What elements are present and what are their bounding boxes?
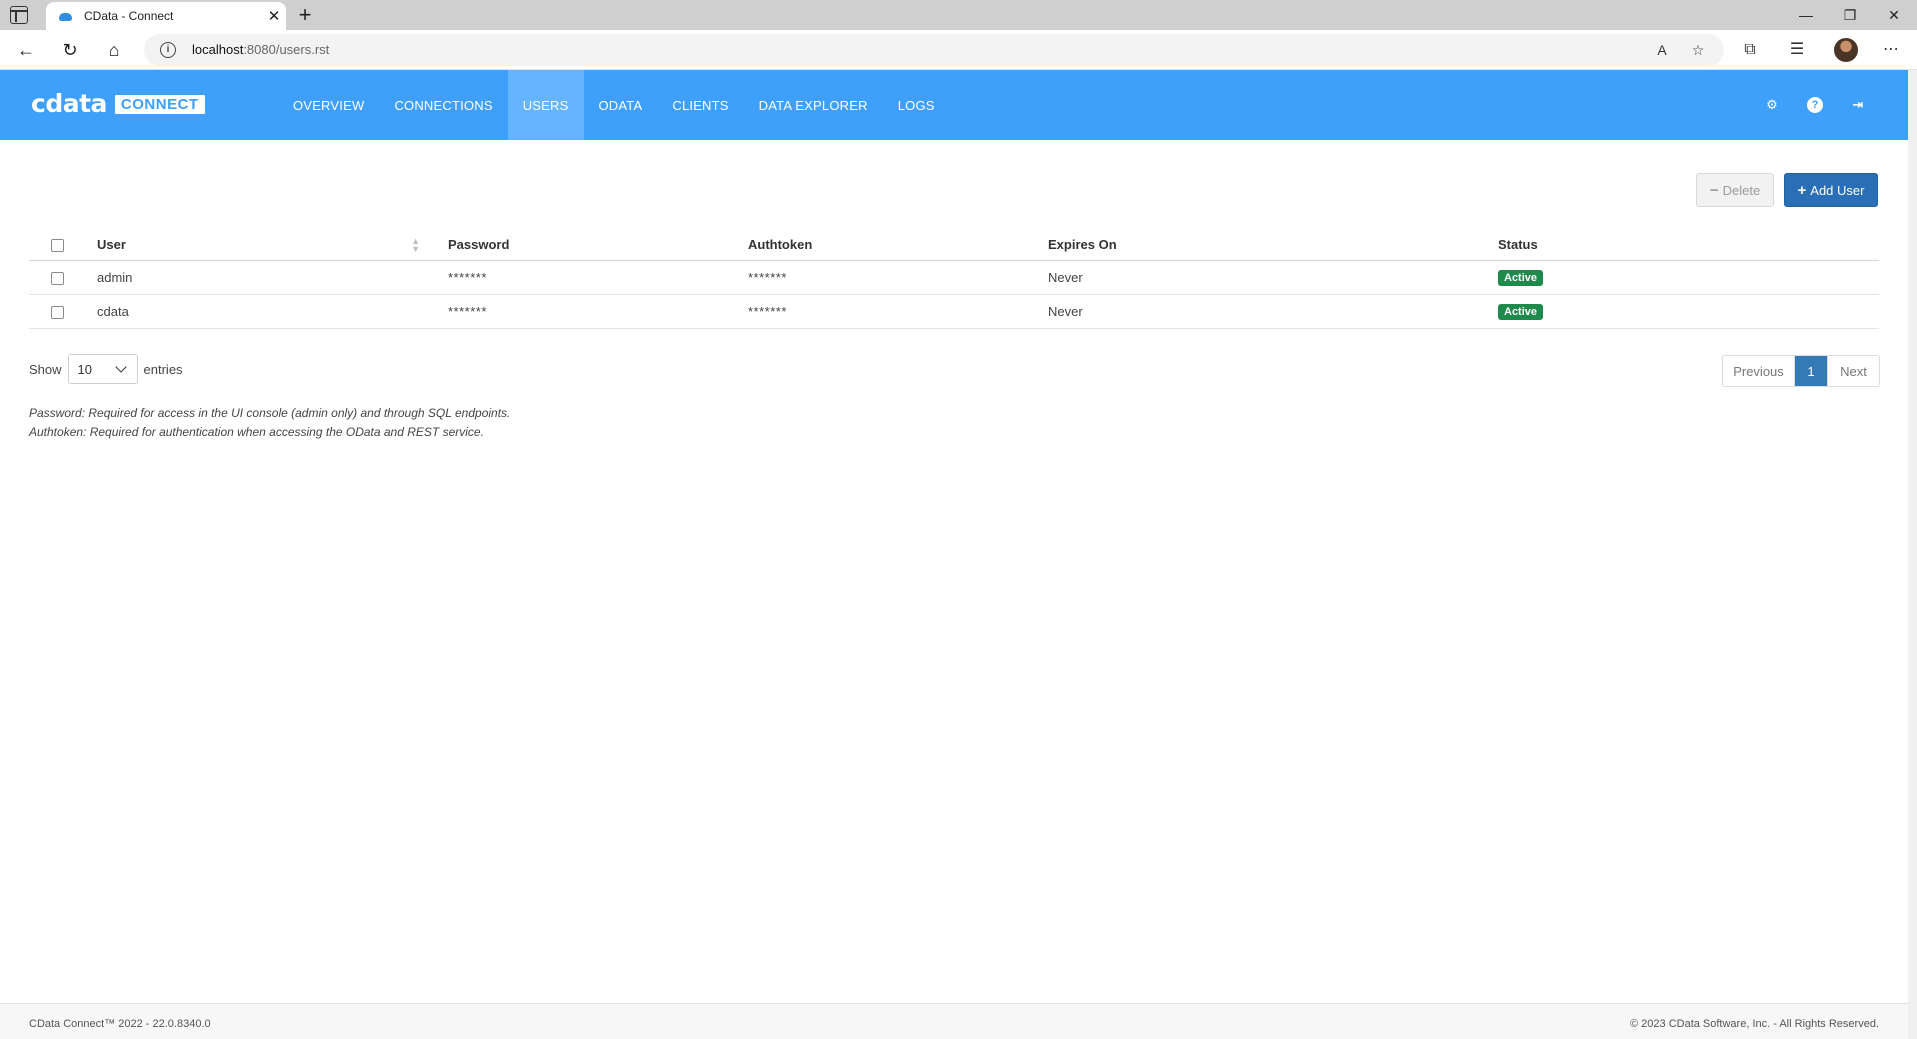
authtoken-cell: ******* <box>748 294 1048 329</box>
user-cell[interactable]: admin <box>97 260 448 295</box>
nav-odata[interactable]: ODATA <box>584 70 658 140</box>
select-all-checkbox[interactable] <box>51 239 64 253</box>
page-length-value: 10 <box>77 361 92 377</box>
column-header-status: Status <box>1498 230 1879 261</box>
column-header-user[interactable]: User ▲ ▼ <box>97 230 448 261</box>
nav-clients[interactable]: CLIENTS <box>657 70 743 140</box>
read-aloud-icon[interactable]: A <box>1652 40 1672 60</box>
favorites-icon[interactable]: ☰ <box>1786 39 1808 61</box>
authtoken-note: Authtoken: Required for authentication w… <box>29 425 484 439</box>
address-bar[interactable]: i localhost:8080/users.rst A ☆ <box>144 34 1724 66</box>
delete-label: Delete <box>1722 182 1761 198</box>
page-1-button[interactable]: 1 <box>1795 356 1827 386</box>
add-user-label: Add User <box>1810 182 1865 198</box>
nav-connections[interactable]: CONNECTIONS <box>379 70 507 140</box>
cdata-connect-logo[interactable]: cdata CONNECT <box>31 89 205 118</box>
nav-data-explorer[interactable]: DATA EXPLORER <box>744 70 883 140</box>
expires-cell: Never <box>1048 294 1498 329</box>
nav-users[interactable]: USERS <box>507 70 584 140</box>
add-favorite-icon[interactable]: ☆ <box>1688 40 1708 60</box>
password-cell: ******* <box>448 294 748 329</box>
table-row[interactable]: cdata ******* ******* Never Active <box>29 294 1879 329</box>
page-scrollbar[interactable] <box>1908 70 1917 1039</box>
logo-word: cdata <box>31 89 107 118</box>
more-options-icon[interactable]: ⋯ <box>1880 39 1902 61</box>
app-header: cdata CONNECT OVERVIEW CONNECTIONS USERS… <box>0 70 1908 140</box>
password-note: Password: Required for access in the UI … <box>29 406 511 420</box>
table-header-row: User ▲ ▼ Password Authtoken Expires On Sta… <box>29 230 1879 261</box>
sort-icon[interactable]: ▲ ▼ <box>411 236 420 253</box>
help-notes: Password: Required for access in the UI … <box>29 404 510 442</box>
site-info-icon[interactable]: i <box>160 42 176 58</box>
next-page-button[interactable]: Next <box>1827 356 1879 386</box>
column-header-authtoken: Authtoken <box>748 230 1048 261</box>
status-badge: Active <box>1498 269 1544 286</box>
profile-avatar[interactable] <box>1834 38 1858 62</box>
url-text[interactable]: localhost:8080/users.rst <box>192 42 329 57</box>
plus-icon: + <box>1797 181 1807 199</box>
home-icon[interactable]: ⌂ <box>102 38 126 62</box>
footer: CData Connect™ 2022 - 22.0.8340.0 © 2023… <box>0 1003 1908 1039</box>
logo-badge: CONNECT <box>114 94 205 114</box>
password-cell: ******* <box>448 260 748 295</box>
show-label: Show <box>29 361 62 377</box>
tab-actions-icon[interactable] <box>10 6 28 24</box>
browser-tab[interactable]: CData - Connect ✕ <box>46 2 286 30</box>
nav-logs[interactable]: LOGS <box>883 70 950 140</box>
pagination: Previous 1 Next <box>1722 355 1880 387</box>
column-header-expires-on: Expires On <box>1048 230 1498 261</box>
column-header-password: Password <box>448 230 748 261</box>
user-cell[interactable]: cdata <box>97 294 448 329</box>
tab-title: CData - Connect <box>84 9 174 23</box>
page-length-control: Show 10 entries <box>29 354 183 384</box>
previous-page-button[interactable]: Previous <box>1723 356 1795 386</box>
extensions-icon[interactable]: ⧉ <box>1739 39 1761 61</box>
status-badge: Active <box>1498 303 1544 320</box>
tab-close-icon[interactable]: ✕ <box>262 7 286 25</box>
window-close-icon[interactable]: ✕ <box>1866 0 1917 30</box>
gear-icon[interactable]: ⚙ <box>1764 97 1780 113</box>
chevron-down-icon <box>114 361 127 373</box>
help-icon[interactable]: ? <box>1807 97 1823 113</box>
delete-button[interactable]: − Delete <box>1696 173 1774 207</box>
nav-overview[interactable]: OVERVIEW <box>278 70 379 140</box>
version-text: CData Connect™ 2022 - 22.0.8340.0 <box>29 1018 211 1030</box>
page-length-select[interactable]: 10 <box>67 354 138 384</box>
add-user-button[interactable]: + Add User <box>1784 173 1878 207</box>
expires-cell: Never <box>1048 260 1498 295</box>
row-checkbox[interactable] <box>51 305 64 319</box>
row-checkbox[interactable] <box>51 271 64 285</box>
copyright-text: © 2023 CData Software, Inc. - All Rights… <box>1630 1018 1879 1030</box>
entries-label: entries <box>143 361 183 377</box>
main-nav: OVERVIEW CONNECTIONS USERS ODATA CLIENTS… <box>278 70 950 140</box>
browser-toolbar: ← ↻ ⌂ i localhost:8080/users.rst A ☆ ⧉ ☰… <box>0 30 1917 70</box>
authtoken-cell: ******* <box>748 260 1048 295</box>
cdata-favicon-icon <box>58 10 74 22</box>
users-table: User ▲ ▼ Password Authtoken Expires On Sta… <box>29 230 1879 329</box>
back-icon[interactable]: ← <box>14 38 38 62</box>
table-row[interactable]: admin ******* ******* Never Active <box>29 260 1879 295</box>
new-tab-icon[interactable]: + <box>293 3 317 27</box>
reload-icon[interactable]: ↻ <box>58 38 82 62</box>
minus-icon: − <box>1709 181 1719 199</box>
logout-icon[interactable]: ⇥ <box>1850 97 1866 113</box>
browser-tab-strip: CData - Connect ✕ + — ❐ ✕ <box>0 0 1917 30</box>
